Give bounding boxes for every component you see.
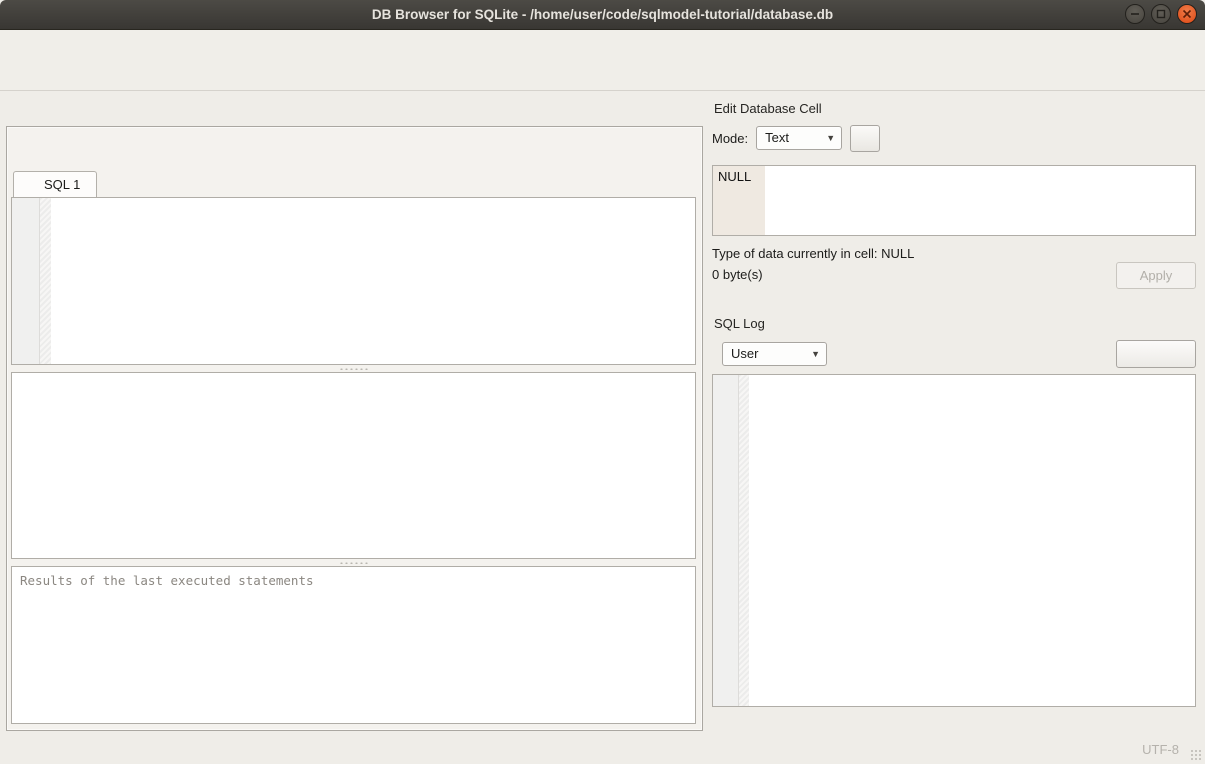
maximize-button[interactable] [1151,4,1171,24]
app-window: DB Browser for SQLite - /home/user/code/… [0,0,1205,764]
results-grid[interactable] [11,372,696,559]
log-line-numbers [713,375,739,706]
log-text-area [749,375,1195,706]
editor-code-area[interactable] [51,198,695,364]
mode-label: Mode: [712,131,748,146]
edit-cell-mode-row: Mode: Text ▼ [712,119,1196,157]
dock-float-icon[interactable] [1163,101,1178,116]
execute-sql-panel: SQL 1 Results of the last executed state… [6,126,703,731]
submitted-by-value: User [731,346,758,361]
auto-switch-mode-button[interactable] [850,125,880,152]
main-toolbar [0,56,1205,91]
dock-float-icon[interactable] [1163,316,1178,331]
status-bar: UTF-8 [0,735,1205,764]
chevron-down-icon: ▼ [826,133,835,143]
window-title: DB Browser for SQLite - /home/user/code/… [0,7,1205,22]
sql-doc-tab[interactable]: SQL 1 [13,171,97,197]
cell-editor[interactable]: NULL [712,165,1196,236]
dock-tab-bar [712,707,1196,735]
sql-log-filter-row: User ▼ [712,334,1196,374]
cell-value: NULL [718,169,751,184]
submitted-by-combobox[interactable]: User ▼ [722,342,827,366]
splitter-handle[interactable] [11,559,696,566]
sql-editor-toolbar [11,133,696,169]
sql-code-editor[interactable] [11,197,696,365]
main-area: SQL 1 Results of the last executed state… [0,91,703,735]
sql-doc-tab-label: SQL 1 [44,177,80,192]
title-bar: DB Browser for SQLite - /home/user/code/… [0,0,1205,30]
cell-size-info: 0 byte(s) [712,267,914,282]
cell-type-info: Type of data currently in cell: NULL [712,246,914,261]
minimize-button[interactable] [1125,4,1145,24]
dock-close-icon[interactable] [1181,101,1196,116]
results-message-box[interactable]: Results of the last executed statements [11,566,696,724]
edit-cell-title: Edit Database Cell [714,101,822,116]
hourglass-icon [22,176,38,192]
dock-area: Edit Database Cell Mode: Text ▼ NULL [703,91,1205,735]
apply-button: Apply [1116,262,1196,289]
editor-fold-margin [40,198,51,364]
close-button[interactable] [1177,4,1197,24]
menu-bar [0,30,1205,56]
sql-doc-tab-bar: SQL 1 [11,169,696,197]
log-fold-margin [739,375,749,706]
dock-close-icon[interactable] [1181,316,1196,331]
edit-cell-dock-header: Edit Database Cell [712,95,1196,119]
clear-log-button[interactable] [1116,340,1196,368]
splitter-handle[interactable] [11,365,696,372]
mode-combobox[interactable]: Text ▼ [756,126,842,150]
mode-value: Text [765,130,789,145]
chevron-down-icon: ▼ [811,349,820,359]
cell-info-row: Type of data currently in cell: NULL 0 b… [712,246,1196,304]
encoding-indicator[interactable]: UTF-8 [1142,742,1179,757]
sql-log-dock-header: SQL Log [712,310,1196,334]
main-tab-bar [6,97,703,126]
sql-log-view[interactable] [712,374,1196,707]
sql-log-title: SQL Log [714,316,765,331]
resize-grip-icon[interactable] [1190,749,1202,761]
window-controls [1125,4,1197,24]
editor-line-numbers [12,198,40,364]
